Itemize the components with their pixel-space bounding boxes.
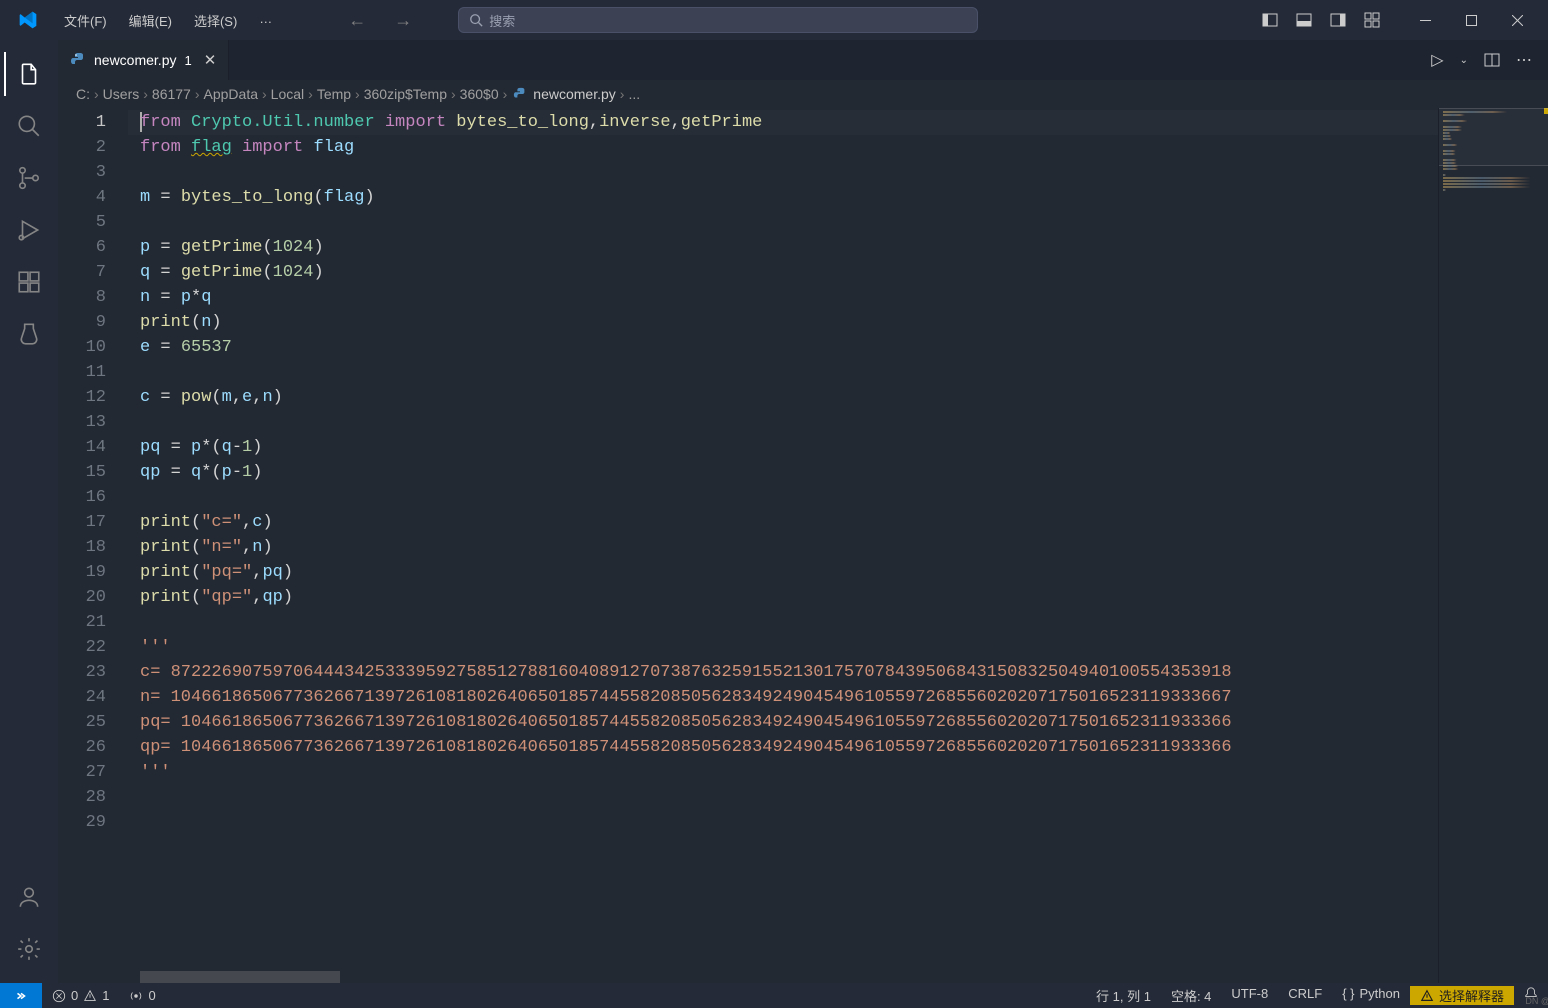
editor-area: newcomer.py 1 ✕ ▷ ⌄ ⋯ C:› Users› 86177› … [58,40,1548,983]
breadcrumb: C:› Users› 86177› AppData› Local› Temp› … [58,80,1548,108]
activity-settings[interactable] [4,923,54,975]
breadcrumb-item-file[interactable]: newcomer.py [533,86,615,102]
status-eol[interactable]: CRLF [1278,986,1332,1001]
activity-bar [0,40,58,983]
run-file-button[interactable]: ▷ [1427,46,1447,74]
menu-edit[interactable]: 编辑(E) [119,7,182,34]
breadcrumb-item[interactable]: 86177 [152,86,191,102]
layout-toggle-right-icon[interactable] [1322,6,1354,34]
menu-overflow[interactable]: … [249,7,282,34]
search-placeholder: 搜索 [489,11,515,30]
activity-extensions[interactable] [4,256,54,308]
code-content[interactable]: from Crypto.Util.number import bytes_to_… [128,108,1438,983]
activity-explorer[interactable] [4,48,54,100]
layout-toggle-left-icon[interactable] [1254,6,1286,34]
warning-icon [1420,989,1434,1003]
status-select-interpreter[interactable]: 选择解释器 [1410,986,1514,1005]
menu-file[interactable]: 文件(F) [54,7,117,34]
minimap[interactable] [1438,108,1548,983]
horizontal-scrollbar[interactable] [140,971,340,983]
watermark: DN @ [1525,996,1548,1006]
remote-button[interactable] [0,983,42,1008]
tab-close-button[interactable]: ✕ [204,51,217,69]
activity-source-control[interactable] [4,152,54,204]
status-ports[interactable]: 0 [119,983,165,1008]
breadcrumb-item[interactable]: Local [271,86,304,102]
vscode-logo-icon [16,8,40,32]
status-notifications[interactable]: DN @ [1514,986,1548,1000]
window-maximize-button[interactable] [1448,0,1494,40]
status-encoding[interactable]: UTF-8 [1221,986,1278,1001]
error-icon [52,989,66,1003]
breadcrumb-item[interactable]: Users [103,86,140,102]
nav-forward-icon[interactable]: → [388,8,418,33]
menu-bar: 文件(F) 编辑(E) 选择(S) … [54,7,282,34]
breadcrumb-item[interactable]: 360$0 [460,86,499,102]
warning-icon [83,989,97,1003]
broadcast-icon [129,989,143,1003]
window-minimize-button[interactable] [1402,0,1448,40]
window-close-button[interactable] [1494,0,1540,40]
activity-run-debug[interactable] [4,204,54,256]
search-icon [469,13,483,27]
activity-search[interactable] [4,100,54,152]
minimap-viewport[interactable] [1439,108,1548,166]
tabs-bar: newcomer.py 1 ✕ ▷ ⌄ ⋯ [58,40,1548,80]
tab-filename: newcomer.py [94,52,176,68]
statusbar: 0 1 0 行 1, 列 1 空格: 4 UTF-8 CRLF { } Pyth… [0,983,1548,1008]
braces-icon: { } [1342,986,1354,1001]
activity-account[interactable] [4,871,54,923]
nav-arrows: ← → [342,8,418,33]
nav-back-icon[interactable]: ← [342,8,372,33]
breadcrumb-item-symbol[interactable]: ... [628,86,640,102]
titlebar: 文件(F) 编辑(E) 选择(S) … ← → 搜索 [0,0,1548,40]
status-indentation[interactable]: 空格: 4 [1161,986,1221,1005]
breadcrumb-item[interactable]: 360zip$Temp [364,86,447,102]
layout-toggle-bottom-icon[interactable] [1288,6,1320,34]
status-cursor-position[interactable]: 行 1, 列 1 [1086,986,1161,1005]
tab-modified-badge: 1 [184,53,191,68]
python-file-icon [513,87,527,101]
status-language[interactable]: { } Python [1332,986,1410,1001]
activity-testing[interactable] [4,308,54,360]
status-problems[interactable]: 0 1 [42,983,119,1008]
code-editor[interactable]: 1234567891011121314151617181920212223242… [58,108,1548,983]
breadcrumb-item[interactable]: Temp [317,86,351,102]
breadcrumb-item[interactable]: C: [76,86,90,102]
breadcrumb-item[interactable]: AppData [204,86,258,102]
command-center-search[interactable]: 搜索 [458,7,978,33]
split-editor-button[interactable] [1480,48,1504,72]
run-dropdown-icon[interactable]: ⌄ [1456,51,1472,70]
python-file-icon [70,52,86,68]
layout-customize-icon[interactable] [1356,6,1388,34]
line-number-gutter: 1234567891011121314151617181920212223242… [58,108,128,983]
tab-newcomer[interactable]: newcomer.py 1 ✕ [58,40,229,80]
menu-select[interactable]: 选择(S) [184,7,247,34]
editor-more-actions[interactable]: ⋯ [1512,46,1536,74]
